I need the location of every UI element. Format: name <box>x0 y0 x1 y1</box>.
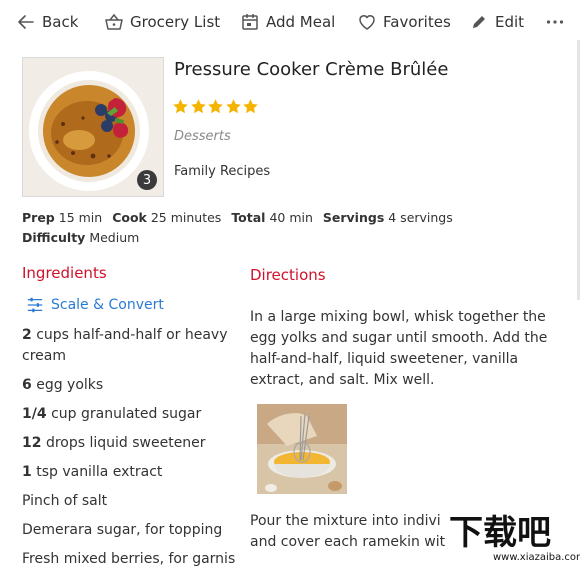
ingredient-text: tsp vanilla extract <box>36 464 163 480</box>
ingredient-item[interactable]: Demerara sugar, for topping <box>22 520 240 541</box>
ingredient-qty: 1/4 <box>22 406 47 422</box>
ingredient-text: cup granulated sugar <box>51 406 202 422</box>
cook-value: 25 minutes <box>150 210 222 225</box>
ingredient-item[interactable]: Fresh mixed berries, for garnis <box>22 549 240 566</box>
edit-label: Edit <box>495 13 525 31</box>
ingredient-item[interactable]: Pinch of salt <box>22 491 240 512</box>
ingredient-qty: 2 <box>22 327 32 343</box>
edit-button[interactable]: Edit <box>469 10 524 34</box>
scale-convert-button[interactable]: Scale & Convert <box>26 296 164 314</box>
recipe-category[interactable]: Desserts <box>174 129 231 144</box>
cook-label: Cook <box>112 210 147 225</box>
directions-step-1: In a large mixing bowl, whisk together t… <box>250 307 560 391</box>
calendar-icon <box>242 14 258 30</box>
watermark-logo: 下载吧 www.xiazaiba.com <box>445 508 580 566</box>
photo-count-badge: 3 <box>137 170 157 190</box>
direction-text: Pour the mixture into indivi and cover e… <box>250 513 446 550</box>
direction-text: In a large mixing bowl, whisk together t… <box>250 309 548 388</box>
toolbar: Back Grocery List Add Meal Favorites Edi… <box>0 0 580 44</box>
ingredient-text: Pinch of salt <box>22 493 108 509</box>
servings-label: Servings <box>322 210 385 225</box>
ingredient-qty: 12 <box>22 435 42 451</box>
heart-icon <box>359 15 375 30</box>
star-icon <box>173 99 188 114</box>
ingredient-item[interactable]: 12 drops liquid sweetener <box>22 433 240 454</box>
ingredient-item[interactable]: 1 tsp vanilla extract <box>22 462 240 483</box>
sliders-icon <box>27 297 43 313</box>
grocery-list-button[interactable]: Grocery List <box>104 10 220 34</box>
recipe-title: Pressure Cooker Crème Brûlée <box>174 59 449 80</box>
directions-step-2: Pour the mixture into indivi and cover e… <box>250 511 450 553</box>
difficulty-label: Difficulty <box>22 230 86 245</box>
ingredient-text: drops liquid sweetener <box>45 435 206 451</box>
total-label: Total <box>231 210 266 225</box>
svg-text:www.xiazaiba.com: www.xiazaiba.com <box>493 552 580 563</box>
ingredient-text: Demerara sugar, for topping <box>22 522 223 538</box>
favorites-button[interactable]: Favorites <box>357 10 451 34</box>
more-icon <box>546 20 564 24</box>
ingredients-list: 2 cups half-and-half or heavy cream 6 eg… <box>22 325 240 566</box>
ingredients-heading: Ingredients <box>22 264 107 282</box>
basket-icon <box>105 13 123 30</box>
scale-convert-label: Scale & Convert <box>51 297 164 313</box>
star-icon <box>225 99 241 114</box>
more-options-button[interactable] <box>545 10 565 34</box>
favorites-label: Favorites <box>383 13 451 31</box>
arrow-left-icon <box>18 15 34 29</box>
ingredient-text: Fresh mixed berries, for garnis <box>22 551 236 566</box>
step-photo[interactable] <box>257 404 347 494</box>
star-icon <box>190 99 206 114</box>
whisking-bowl-image <box>257 404 347 494</box>
recipe-collection[interactable]: Family Recipes <box>174 164 270 179</box>
ingredient-text: egg yolks <box>36 377 104 393</box>
ingredient-item[interactable]: 2 cups half-and-half or heavy cream <box>22 325 240 367</box>
recipe-difficulty: Difficulty Medium <box>22 230 139 245</box>
prep-label: Prep <box>22 210 55 225</box>
directions-heading: Directions <box>250 266 326 284</box>
add-meal-button[interactable]: Add Meal <box>240 10 335 34</box>
back-button[interactable]: Back <box>16 10 78 34</box>
pencil-icon <box>473 16 485 28</box>
svg-text:下载吧: 下载吧 <box>449 513 551 553</box>
star-icon <box>243 99 258 114</box>
star-icon <box>208 99 223 114</box>
total-value: 40 min <box>269 210 313 225</box>
recipe-photo[interactable]: 3 <box>22 57 164 197</box>
ingredient-item[interactable]: 6 egg yolks <box>22 375 240 396</box>
recipe-times: Prep 15 min Cook 25 minutes Total 40 min… <box>22 210 453 225</box>
servings-value: 4 servings <box>388 210 453 225</box>
ingredient-text: cups half-and-half or heavy cream <box>22 327 228 364</box>
ingredient-item[interactable]: 1/4 cup granulated sugar <box>22 404 240 425</box>
difficulty-value: Medium <box>89 230 140 245</box>
add-meal-label: Add Meal <box>266 13 336 31</box>
ingredient-qty: 1 <box>22 464 32 480</box>
prep-value: 15 min <box>58 210 103 225</box>
rating-stars[interactable] <box>172 98 260 115</box>
grocery-list-label: Grocery List <box>130 13 221 31</box>
back-label: Back <box>42 13 79 31</box>
ingredient-qty: 6 <box>22 377 32 393</box>
